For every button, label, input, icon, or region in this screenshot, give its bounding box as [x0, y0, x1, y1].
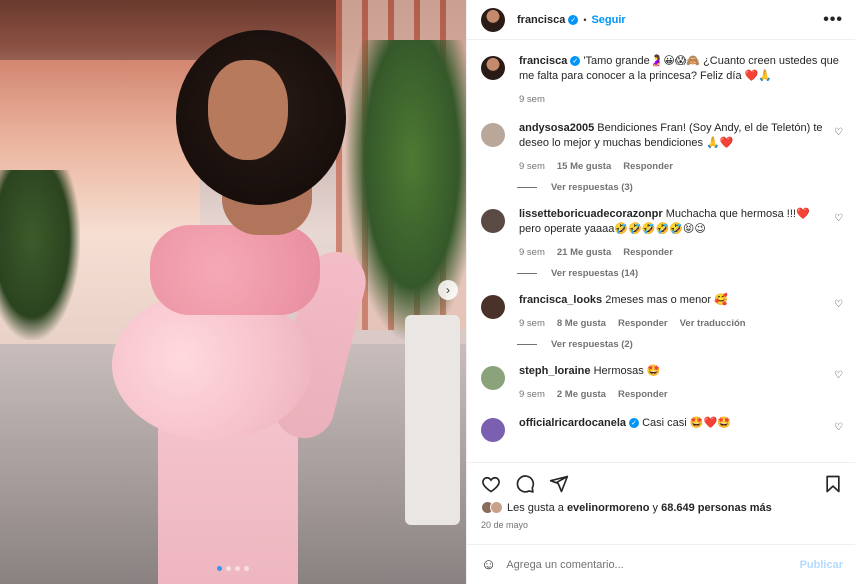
comment: lissetteboricuadecorazonpr Muchacha que …	[481, 207, 843, 260]
plant-pot	[405, 315, 460, 525]
comment-thread: andysosa2005 Bendiciones Fran! (Soy Andy…	[481, 121, 843, 442]
likes-count[interactable]: 68.649 personas más	[661, 502, 772, 514]
likes-prefix: Les gusta a	[507, 501, 564, 514]
comments-list[interactable]: francisca ✓ 'Tamo grande🤰😀😱🙈 ¿Cuanto cree…	[467, 40, 855, 462]
comment: officialricardocanela ✓ Casi casi 🤩❤️🤩 ♡	[481, 416, 843, 442]
comment: francisca_looks 2meses mas o menor 🥰 9 se…	[481, 293, 843, 331]
comment-likes[interactable]: 8 Me gusta	[557, 316, 606, 331]
liker-username[interactable]: evelinormoreno	[567, 502, 650, 514]
carousel-dot	[226, 566, 231, 571]
view-replies-button[interactable]: Ver respuestas (3)	[517, 182, 843, 193]
reply-button[interactable]: Responder	[623, 245, 673, 260]
instagram-post: › francisca ✓ • Seguir ••• francisca ✓ 'T…	[0, 0, 855, 584]
bookmark-icon[interactable]	[823, 474, 843, 494]
add-comment-bar: ☺ Publicar	[467, 544, 855, 584]
post-date[interactable]: 20 de mayo	[481, 520, 843, 530]
plant-left	[0, 170, 80, 340]
share-icon[interactable]	[549, 474, 569, 494]
emoji-icon[interactable]: ☺	[481, 556, 496, 573]
caption: francisca ✓ 'Tamo grande🤰😀😱🙈 ¿Cuanto cree…	[481, 54, 843, 107]
comment-likes[interactable]: 15 Me gusta	[557, 159, 611, 174]
carousel-indicator	[217, 566, 249, 571]
commenter-username[interactable]: steph_loraine	[519, 365, 591, 377]
comment: steph_loraine Hermosas 🤩 9 sem 2 Me gusta R…	[481, 364, 843, 402]
liker-avatar[interactable]	[490, 501, 503, 514]
follow-button[interactable]: Seguir	[591, 14, 625, 26]
commenter-username[interactable]: officialricardocanela	[519, 417, 626, 429]
comment-heart-icon[interactable]: ♡	[831, 364, 843, 402]
separator: •	[583, 14, 587, 25]
post-header: francisca ✓ • Seguir •••	[467, 0, 855, 40]
post-photo[interactable]: ›	[0, 0, 466, 584]
comment-heart-icon[interactable]: ♡	[831, 121, 843, 174]
comment-time[interactable]: 9 sem	[519, 316, 545, 331]
comment-likes[interactable]: 21 Me gusta	[557, 245, 611, 260]
comment-likes[interactable]: 2 Me gusta	[557, 387, 606, 402]
post-actions: Les gusta a evelinormoreno y 68.649 pers…	[467, 462, 855, 530]
carousel-dot	[235, 566, 240, 571]
commenter-avatar[interactable]	[481, 123, 505, 147]
carousel-dot	[217, 566, 222, 571]
view-replies-button[interactable]: Ver respuestas (2)	[517, 339, 843, 350]
reply-button[interactable]: Responder	[623, 159, 673, 174]
comment-input[interactable]	[506, 558, 800, 571]
caption-time[interactable]: 9 sem	[519, 92, 545, 107]
comment-time[interactable]: 9 sem	[519, 159, 545, 174]
author-avatar[interactable]	[481, 7, 505, 32]
dress-top	[150, 225, 320, 315]
comment-text: Hermosas 🤩	[593, 365, 661, 377]
commenter-username[interactable]: andysosa2005	[519, 122, 594, 134]
heart-icon[interactable]	[481, 474, 501, 494]
translate-button[interactable]: Ver traducción	[680, 316, 746, 331]
commenter-username[interactable]: lissetteboricuadecorazonpr	[519, 208, 663, 220]
chevron-right-icon: ›	[446, 283, 450, 297]
comment-heart-icon[interactable]: ♡	[831, 293, 843, 331]
more-icon[interactable]: •••	[823, 11, 843, 28]
comment-time[interactable]: 9 sem	[519, 245, 545, 260]
likes-summary: Les gusta a evelinormoreno y 68.649 pers…	[481, 501, 843, 514]
commenter-avatar[interactable]	[481, 418, 505, 442]
comment-text: 2meses mas o menor 🥰	[605, 294, 728, 306]
comment-icon[interactable]	[515, 474, 535, 494]
verified-icon: ✓	[629, 418, 639, 429]
author-avatar[interactable]	[481, 56, 505, 80]
commenter-username[interactable]: francisca_looks	[519, 294, 602, 306]
likes-middle: y	[652, 501, 659, 514]
comment: andysosa2005 Bendiciones Fran! (Soy Andy…	[481, 121, 843, 174]
verified-icon: ✓	[570, 56, 581, 67]
commenter-avatar[interactable]	[481, 209, 505, 233]
comment-time[interactable]: 9 sem	[519, 387, 545, 402]
publish-button[interactable]: Publicar	[800, 559, 843, 571]
face	[208, 60, 288, 160]
reply-button[interactable]: Responder	[618, 387, 668, 402]
comment-text: Casi casi 🤩❤️🤩	[642, 417, 731, 429]
verified-icon: ✓	[568, 14, 579, 25]
comment-heart-icon[interactable]: ♡	[831, 207, 843, 260]
carousel-dot	[244, 566, 249, 571]
reply-button[interactable]: Responder	[618, 316, 668, 331]
commenter-avatar[interactable]	[481, 366, 505, 390]
view-replies-button[interactable]: Ver respuestas (14)	[517, 268, 843, 279]
author-username[interactable]: francisca	[517, 14, 565, 26]
caption-username[interactable]: francisca	[519, 55, 567, 67]
next-photo-button[interactable]: ›	[438, 280, 458, 300]
post-sidebar: francisca ✓ • Seguir ••• francisca ✓ 'Tam…	[466, 0, 855, 584]
comment-heart-icon[interactable]: ♡	[831, 416, 843, 442]
commenter-avatar[interactable]	[481, 295, 505, 319]
